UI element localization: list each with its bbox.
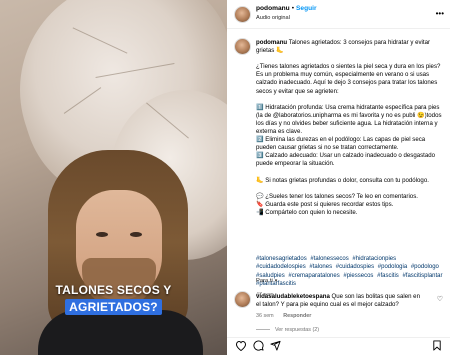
separator-dot: •	[291, 5, 295, 12]
hashtag-link[interactable]: #podologo	[411, 264, 439, 270]
hashtag-link[interactable]: #piessecos	[343, 273, 373, 279]
post-panel: podomanu • Seguir Audio original ••• podom…	[227, 0, 450, 355]
caption-text: Talones agrietados: 3 consejos para hidr…	[256, 39, 442, 216]
caption-username[interactable]: podomanu	[256, 39, 287, 46]
follow-button[interactable]: Seguir	[296, 5, 317, 12]
header-user-line: podomanu • Seguir	[256, 5, 317, 12]
translate-label: Para ti	[256, 278, 273, 284]
reply-button[interactable]: Responder	[283, 313, 311, 319]
hashtag-link[interactable]: #fascitis	[377, 273, 399, 279]
hashtag-link[interactable]: #fascitisplantar	[402, 273, 442, 279]
commenter-username[interactable]: vidasaludableketoespana	[256, 293, 330, 300]
presenter	[38, 150, 203, 355]
ellipsis-icon[interactable]: •••	[436, 9, 444, 18]
hashtag-link[interactable]: #cuidadodelospies	[256, 264, 306, 270]
hashtag-list: #talonesagrietados #talonessecos #hidrat…	[256, 255, 446, 289]
avatar[interactable]	[234, 6, 251, 23]
post-caption: podomanu Talones agrietados: 3 consejos …	[256, 39, 444, 217]
comment-timestamp: 36 sem	[256, 313, 274, 319]
video-caption-line-1: TALONES SECOS Y	[55, 283, 172, 297]
post-comments-scroll[interactable]: podomanu Talones agrietados: 3 consejos …	[227, 30, 450, 312]
chevron-down-icon: ▾	[274, 278, 278, 284]
post-header: podomanu • Seguir Audio original •••	[227, 0, 450, 29]
hashtag-link[interactable]: #hidratacionpies	[352, 256, 396, 262]
view-replies-link[interactable]: Ver respuestas (2)	[256, 327, 319, 333]
presenter-shirt	[38, 310, 203, 355]
hashtag-link[interactable]: #talones	[309, 264, 332, 270]
comment-like-heart-icon[interactable]: ♡	[437, 295, 443, 303]
commenter-avatar[interactable]	[234, 291, 251, 308]
translate-dropdown[interactable]: Para ti ▾	[256, 278, 277, 284]
comment-meta: 36 sem Responder	[256, 313, 319, 319]
presenter-eye	[96, 232, 108, 237]
hashtag-link[interactable]: #talonesagrietados	[256, 256, 307, 262]
comment: vidasaludableketoespana Que son las boli…	[256, 293, 426, 309]
bookmark-icon[interactable]	[432, 340, 442, 351]
author-username[interactable]: podomanu	[256, 5, 290, 12]
hashtag-link[interactable]: #talonessecos	[310, 256, 348, 262]
presenter-eye	[130, 232, 142, 237]
hashtag-link[interactable]: #cuidadospies	[336, 264, 374, 270]
hashtag-link[interactable]: #podologia	[378, 264, 407, 270]
caption-avatar[interactable]	[234, 38, 251, 55]
action-bar	[227, 337, 450, 355]
heart-icon[interactable]	[235, 340, 247, 351]
post-video[interactable]: TALONES SECOS Y AGRIETADOS?	[0, 0, 227, 355]
comment-icon[interactable]	[253, 340, 264, 351]
video-caption-line-2: AGRIETADOS?	[65, 299, 162, 315]
share-icon[interactable]	[270, 340, 281, 351]
hashtag-link[interactable]: #cremaparatalones	[288, 273, 339, 279]
audio-label[interactable]: Audio original	[256, 15, 290, 21]
video-caption: TALONES SECOS Y AGRIETADOS?	[0, 283, 227, 315]
